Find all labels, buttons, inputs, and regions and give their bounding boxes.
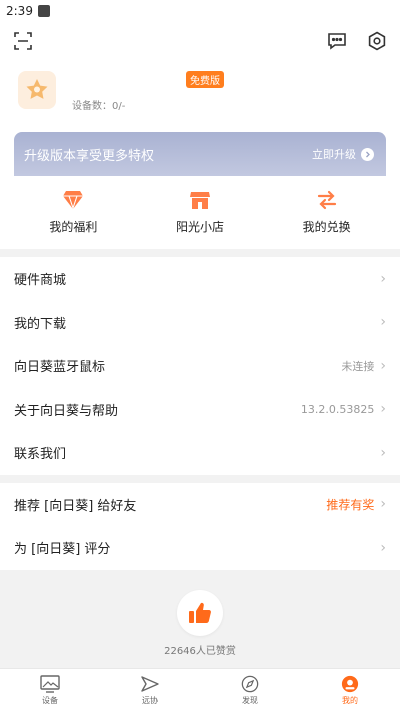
gem-icon [63, 191, 84, 210]
upgrade-text: 升级版本享受更多特权 [24, 148, 155, 164]
notification-icon [37, 5, 50, 17]
version-number: 13.2.0.53825 [300, 402, 375, 416]
menu-label: 我的下载 [14, 316, 67, 332]
scan-icon[interactable] [12, 30, 34, 52]
exchange-icon [317, 190, 336, 210]
menu-label: 关于向日葵与帮助 [14, 403, 119, 419]
bottom-tab-bar: 设备 远协 发现 我的 [0, 668, 400, 711]
chevron-right-icon: › [380, 314, 386, 331]
like-section: 22646人已赞赏 [0, 590, 400, 657]
like-count: 22646人已赞赏 [164, 646, 236, 657]
tab-mine[interactable]: 我的 [300, 669, 400, 711]
upgrade-now-button[interactable]: 立即升级 [312, 146, 374, 162]
message-icon[interactable] [326, 30, 348, 52]
tab-label: 远协 [142, 695, 158, 705]
menu-list-share: 推荐 [向日葵] 给好友 推荐有奖 › 为 [向日葵] 评分 › [0, 482, 400, 570]
quick-item-welfare[interactable]: 我的福利 [28, 190, 118, 235]
recommend-reward-label: 推荐有奖 [326, 497, 375, 512]
thumbs-up-icon [189, 602, 211, 623]
tab-discover[interactable]: 发现 [200, 669, 300, 711]
menu-item-contact-us[interactable]: 联系我们 › [0, 431, 400, 475]
shop-icon [189, 192, 210, 209]
quick-label: 我的兑换 [302, 220, 351, 234]
menu-label: 联系我们 [14, 447, 67, 463]
toolbar [12, 22, 388, 60]
menu-item-recommend[interactable]: 推荐 [向日葵] 给好友 推荐有奖 › [0, 483, 400, 527]
quick-item-exchange[interactable]: 我的兑换 [282, 190, 372, 235]
upgrade-banner[interactable]: 升级版本享受更多特权 立即升级 [14, 132, 386, 176]
profile-section: 免费版 设备数：0/- [12, 60, 388, 132]
quick-item-shop[interactable]: 阳光小店 [155, 190, 245, 235]
menu-label: 为 [向日葵] 评分 [14, 542, 111, 558]
menu-item-bluetooth-mouse[interactable]: 向日葵蓝牙鼠标 未连接 › [0, 344, 400, 388]
avatar[interactable] [18, 71, 56, 109]
device-icon [40, 674, 60, 693]
chevron-right-icon [361, 147, 374, 161]
tab-label: 我的 [342, 695, 358, 705]
tab-label: 发现 [242, 695, 258, 705]
like-button[interactable] [177, 590, 223, 636]
quick-label: 阳光小店 [175, 220, 224, 234]
menu-label: 推荐 [向日葵] 给好友 [14, 498, 137, 514]
settings-icon[interactable] [366, 30, 388, 52]
menu-label: 硬件商城 [14, 273, 67, 289]
free-version-badge: 免费版 [186, 71, 224, 88]
chevron-right-icon: › [380, 357, 386, 374]
chevron-right-icon: › [380, 444, 386, 461]
quick-label: 我的福利 [49, 220, 98, 234]
menu-item-rate-app[interactable]: 为 [向日葵] 评分 › [0, 526, 400, 570]
chevron-right-icon: › [380, 496, 386, 513]
status-time: 2:39 [6, 4, 33, 18]
compass-icon [241, 675, 259, 692]
remote-assist-icon [141, 675, 159, 692]
menu-item-my-downloads[interactable]: 我的下载 › [0, 301, 400, 345]
quick-actions: 我的福利 阳光小店 我的兑换 [0, 176, 400, 249]
status-bar: 2:39 [0, 0, 400, 22]
menu-list-main: 硬件商城 › 我的下载 › 向日葵蓝牙鼠标 未连接 › 关于向日葵与帮助 13.… [0, 257, 400, 475]
device-count: 设备数：0/- [72, 101, 126, 112]
connection-status: 未连接 [341, 359, 375, 373]
menu-item-about-help[interactable]: 关于向日葵与帮助 13.2.0.53825 › [0, 388, 400, 432]
profile-icon [341, 675, 359, 692]
tab-devices[interactable]: 设备 [0, 669, 100, 711]
chevron-right-icon: › [380, 270, 386, 287]
chevron-right-icon: › [380, 539, 386, 556]
upgrade-now-label: 立即升级 [312, 148, 356, 161]
menu-item-hardware-store[interactable]: 硬件商城 › [0, 257, 400, 301]
menu-label: 向日葵蓝牙鼠标 [14, 360, 106, 376]
tab-label: 设备 [42, 695, 58, 705]
header-area: 免费版 设备数：0/- 升级版本享受更多特权 立即升级 [0, 22, 400, 176]
tab-remote-assist[interactable]: 远协 [100, 669, 200, 711]
chevron-right-icon: › [380, 401, 386, 418]
